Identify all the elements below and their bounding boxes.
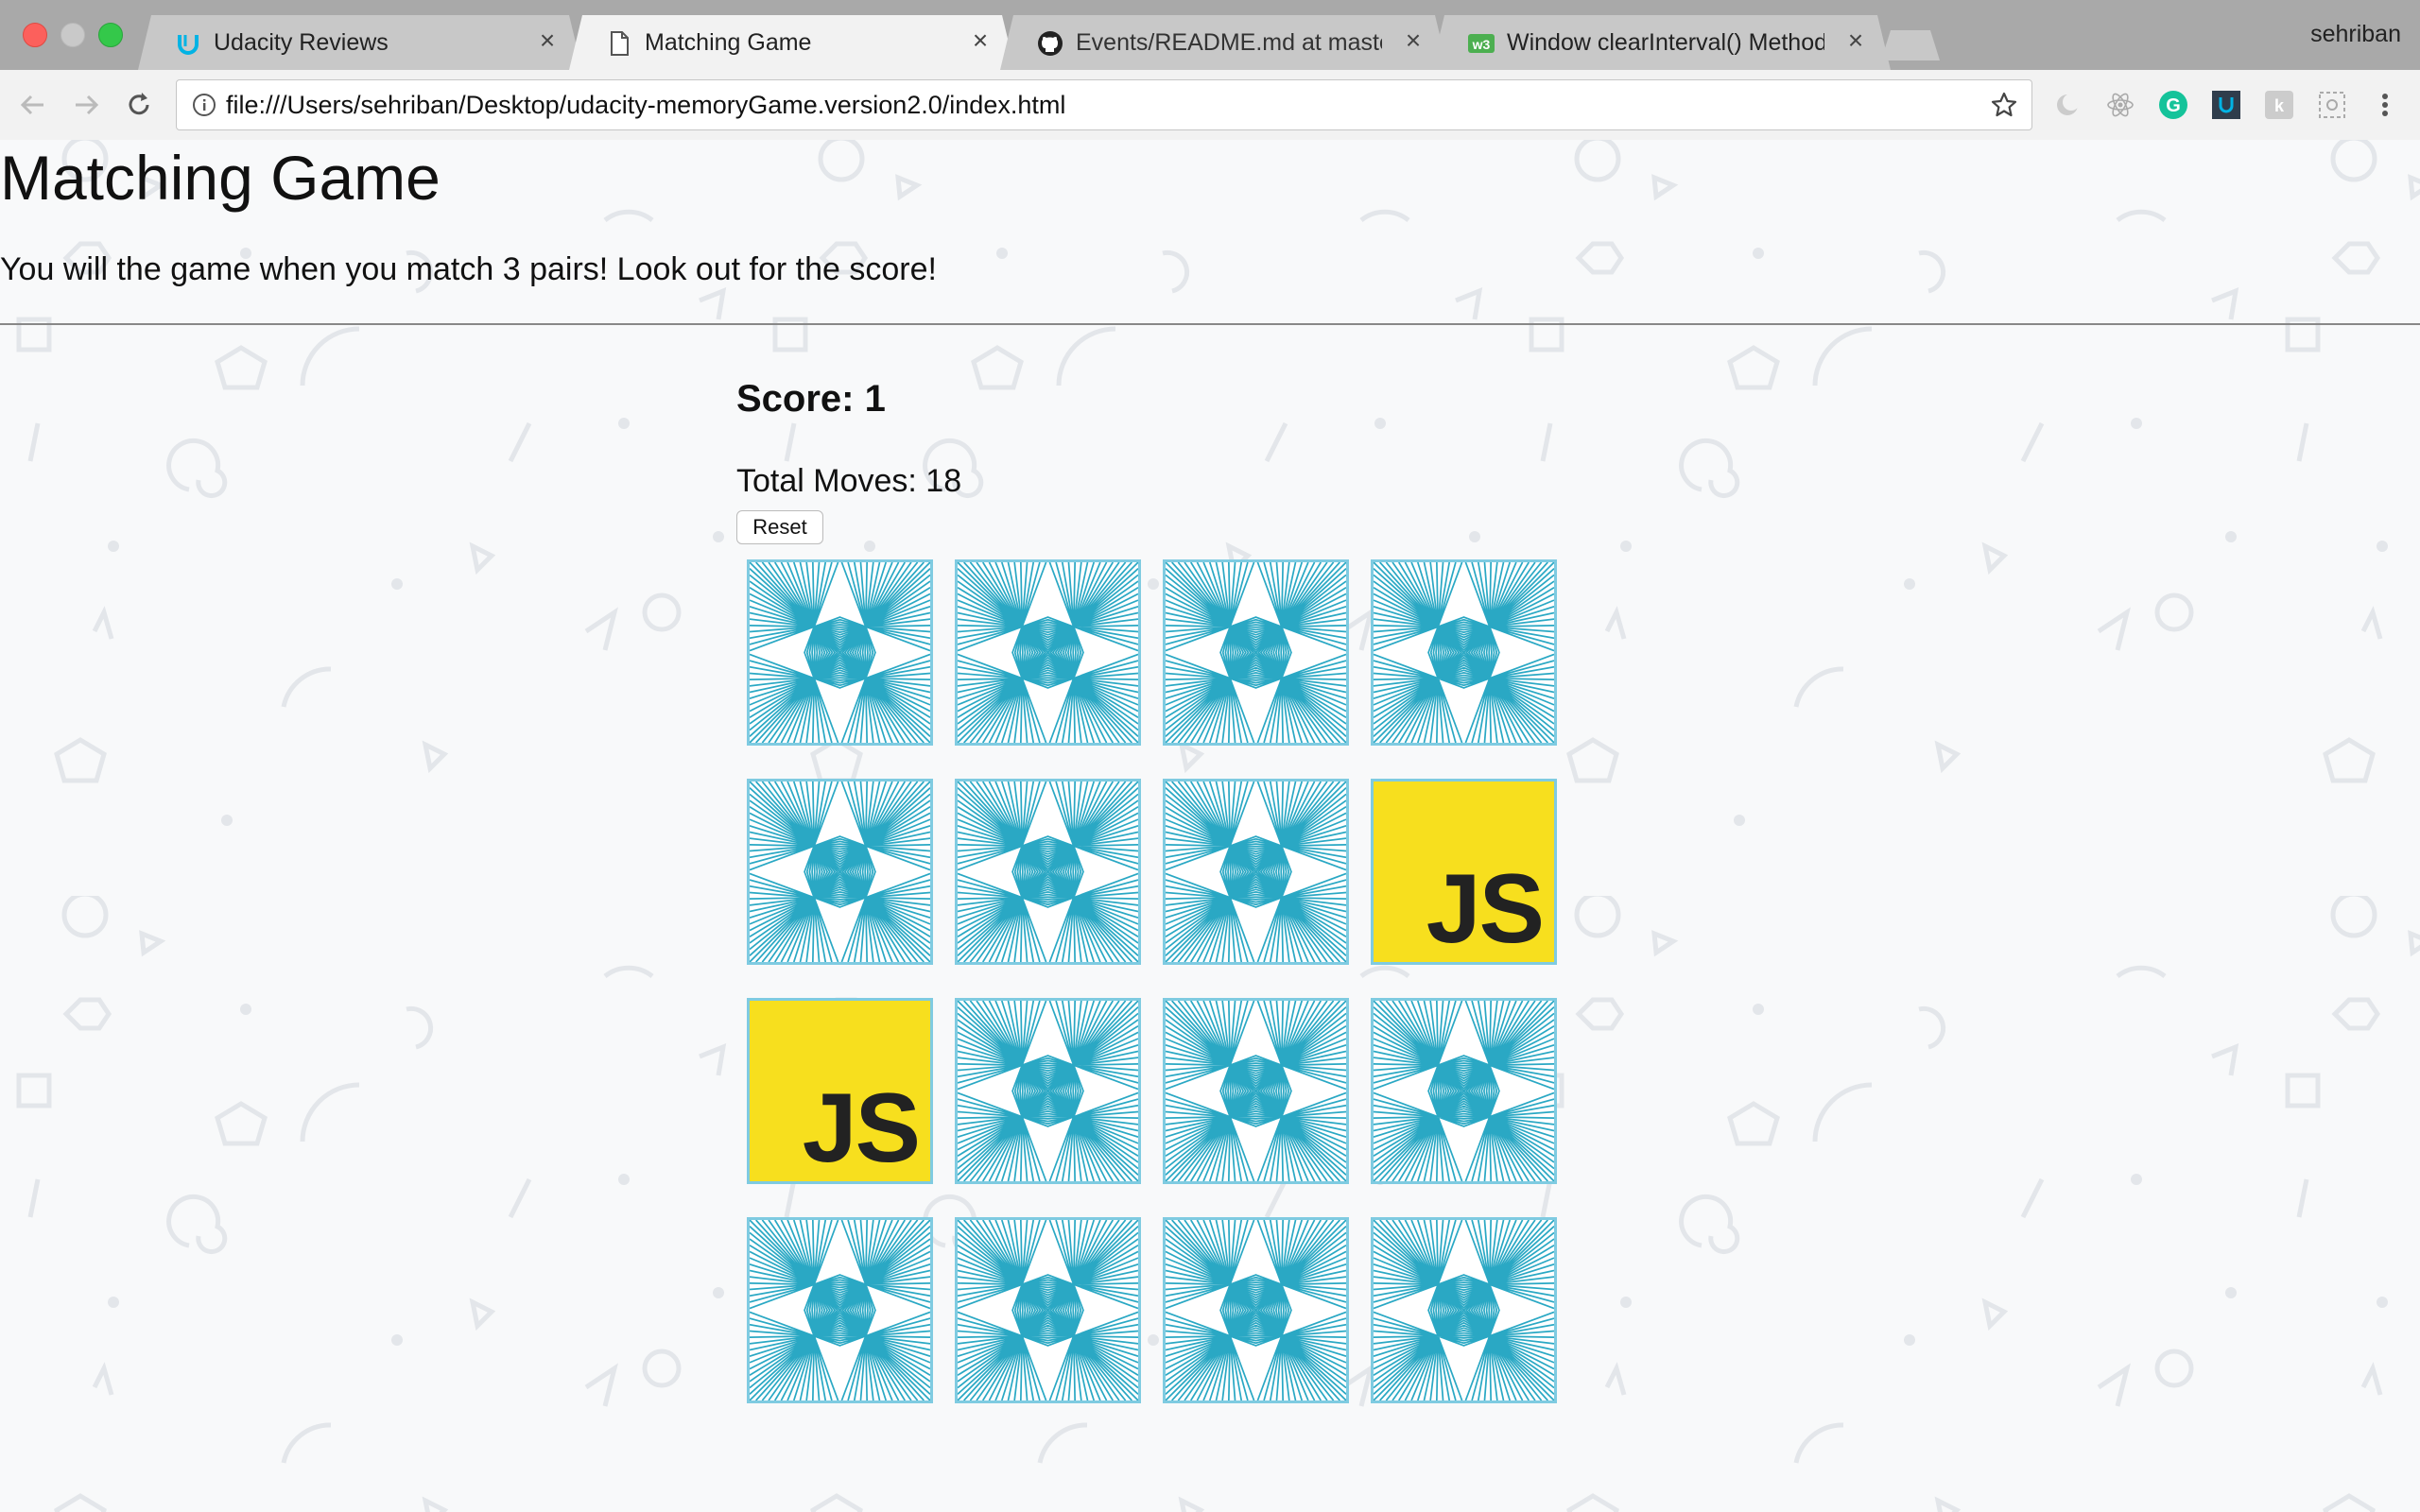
close-tab-icon[interactable]: ×: [533, 26, 562, 55]
card-face-down[interactable]: [1163, 1217, 1349, 1403]
back-arrow-icon[interactable]: [15, 87, 51, 123]
card-face-down[interactable]: [955, 559, 1141, 746]
card-back-pattern: [1166, 1001, 1346, 1181]
page-title: Matching Game: [0, 143, 441, 213]
card-face-down[interactable]: [1371, 559, 1557, 746]
tab-title: Matching Game: [645, 29, 812, 56]
card-face-down[interactable]: [1371, 998, 1557, 1184]
card-board: JS JS: [747, 559, 1560, 1416]
intro-text: You will the game when you match 3 pairs…: [0, 251, 937, 287]
card-back-pattern: [750, 1220, 930, 1400]
card-face-down[interactable]: [955, 779, 1141, 965]
dark-reader-icon[interactable]: [2051, 89, 2083, 121]
js-logo-label: JS: [802, 1074, 921, 1183]
card-back-pattern: [1374, 1001, 1554, 1181]
document-icon: [605, 29, 633, 58]
tab-title: Udacity Reviews: [214, 29, 389, 56]
card-back-pattern: [1166, 1220, 1346, 1400]
divider: [0, 323, 2420, 325]
card-face-down[interactable]: [747, 779, 933, 965]
card-back-pattern: [1166, 782, 1346, 962]
card-back-pattern: [958, 1220, 1138, 1400]
info-icon[interactable]: [192, 93, 216, 117]
atom-icon[interactable]: [2104, 89, 2136, 121]
tab-title: Events/README.md at master: [1076, 29, 1382, 56]
github-icon: [1036, 29, 1064, 58]
card-back-pattern: [1374, 1220, 1554, 1400]
browser-toolbar: file:///Users/sehriban/Desktop/udacity-m…: [0, 70, 2420, 142]
moves-display: Total Moves: 18: [736, 463, 962, 499]
card-js-face-up[interactable]: JS: [747, 998, 933, 1184]
card-back-pattern: [958, 562, 1138, 743]
card-face-down[interactable]: [1163, 779, 1349, 965]
svg-text:k: k: [2274, 96, 2285, 115]
more-menu-icon[interactable]: [2369, 89, 2401, 121]
zoom-window-button[interactable]: [98, 23, 123, 47]
tab-udacity-reviews[interactable]: Udacity Reviews ×: [138, 15, 582, 70]
card-face-down[interactable]: [955, 1217, 1141, 1403]
close-window-button[interactable]: [23, 23, 47, 47]
tab-github-readme[interactable]: Events/README.md at master ×: [1000, 15, 1448, 70]
card-back-pattern: [1374, 562, 1554, 743]
k-ext-icon[interactable]: k: [2263, 89, 2295, 121]
profile-name[interactable]: sehriban: [2310, 21, 2401, 48]
minimize-window-button[interactable]: [60, 23, 85, 47]
card-back-pattern: [750, 562, 930, 743]
w3schools-icon: w3: [1467, 29, 1495, 58]
score-display: Score: 1: [736, 378, 886, 420]
card-js-face-up[interactable]: JS: [1371, 779, 1557, 965]
card-back-pattern: [958, 1001, 1138, 1181]
card-back-pattern: [1166, 562, 1346, 743]
card-face-down[interactable]: [1163, 559, 1349, 746]
close-tab-icon[interactable]: ×: [1841, 26, 1870, 55]
bookmark-star-icon[interactable]: [1990, 91, 2018, 119]
page-content: Matching Game You will the game when you…: [0, 140, 2420, 1512]
card-face-down[interactable]: [747, 559, 933, 746]
js-logo-label: JS: [1426, 854, 1545, 964]
svg-text:w3: w3: [1472, 37, 1491, 52]
new-tab-button[interactable]: [1881, 30, 1940, 60]
close-tab-icon[interactable]: ×: [966, 26, 994, 55]
browser-tab-bar: Udacity Reviews × Matching Game × Events…: [0, 0, 2420, 70]
svg-text:G: G: [2166, 95, 2181, 116]
tab-title: Window clearInterval() Method: [1507, 29, 1824, 56]
url-text[interactable]: file:///Users/sehriban/Desktop/udacity-m…: [226, 91, 1065, 120]
address-bar[interactable]: file:///Users/sehriban/Desktop/udacity-m…: [176, 79, 2032, 130]
screenshot-ext-icon[interactable]: [2316, 89, 2348, 121]
udacity-ext-icon[interactable]: [2210, 89, 2242, 121]
grammarly-icon[interactable]: G: [2157, 89, 2189, 121]
udacity-icon: [174, 29, 202, 58]
forward-arrow-icon[interactable]: [68, 87, 104, 123]
card-face-down[interactable]: [1371, 1217, 1557, 1403]
card-face-down[interactable]: [747, 1217, 933, 1403]
card-face-down[interactable]: [1163, 998, 1349, 1184]
tab-matching-game[interactable]: Matching Game ×: [569, 15, 1015, 70]
close-tab-icon[interactable]: ×: [1399, 26, 1427, 55]
tab-w3schools[interactable]: w3 Window clearInterval() Method ×: [1431, 15, 1891, 70]
card-back-pattern: [958, 782, 1138, 962]
card-face-down[interactable]: [955, 998, 1141, 1184]
card-back-pattern: [750, 782, 930, 962]
reset-button[interactable]: Reset: [736, 510, 823, 544]
reload-icon[interactable]: [121, 87, 157, 123]
